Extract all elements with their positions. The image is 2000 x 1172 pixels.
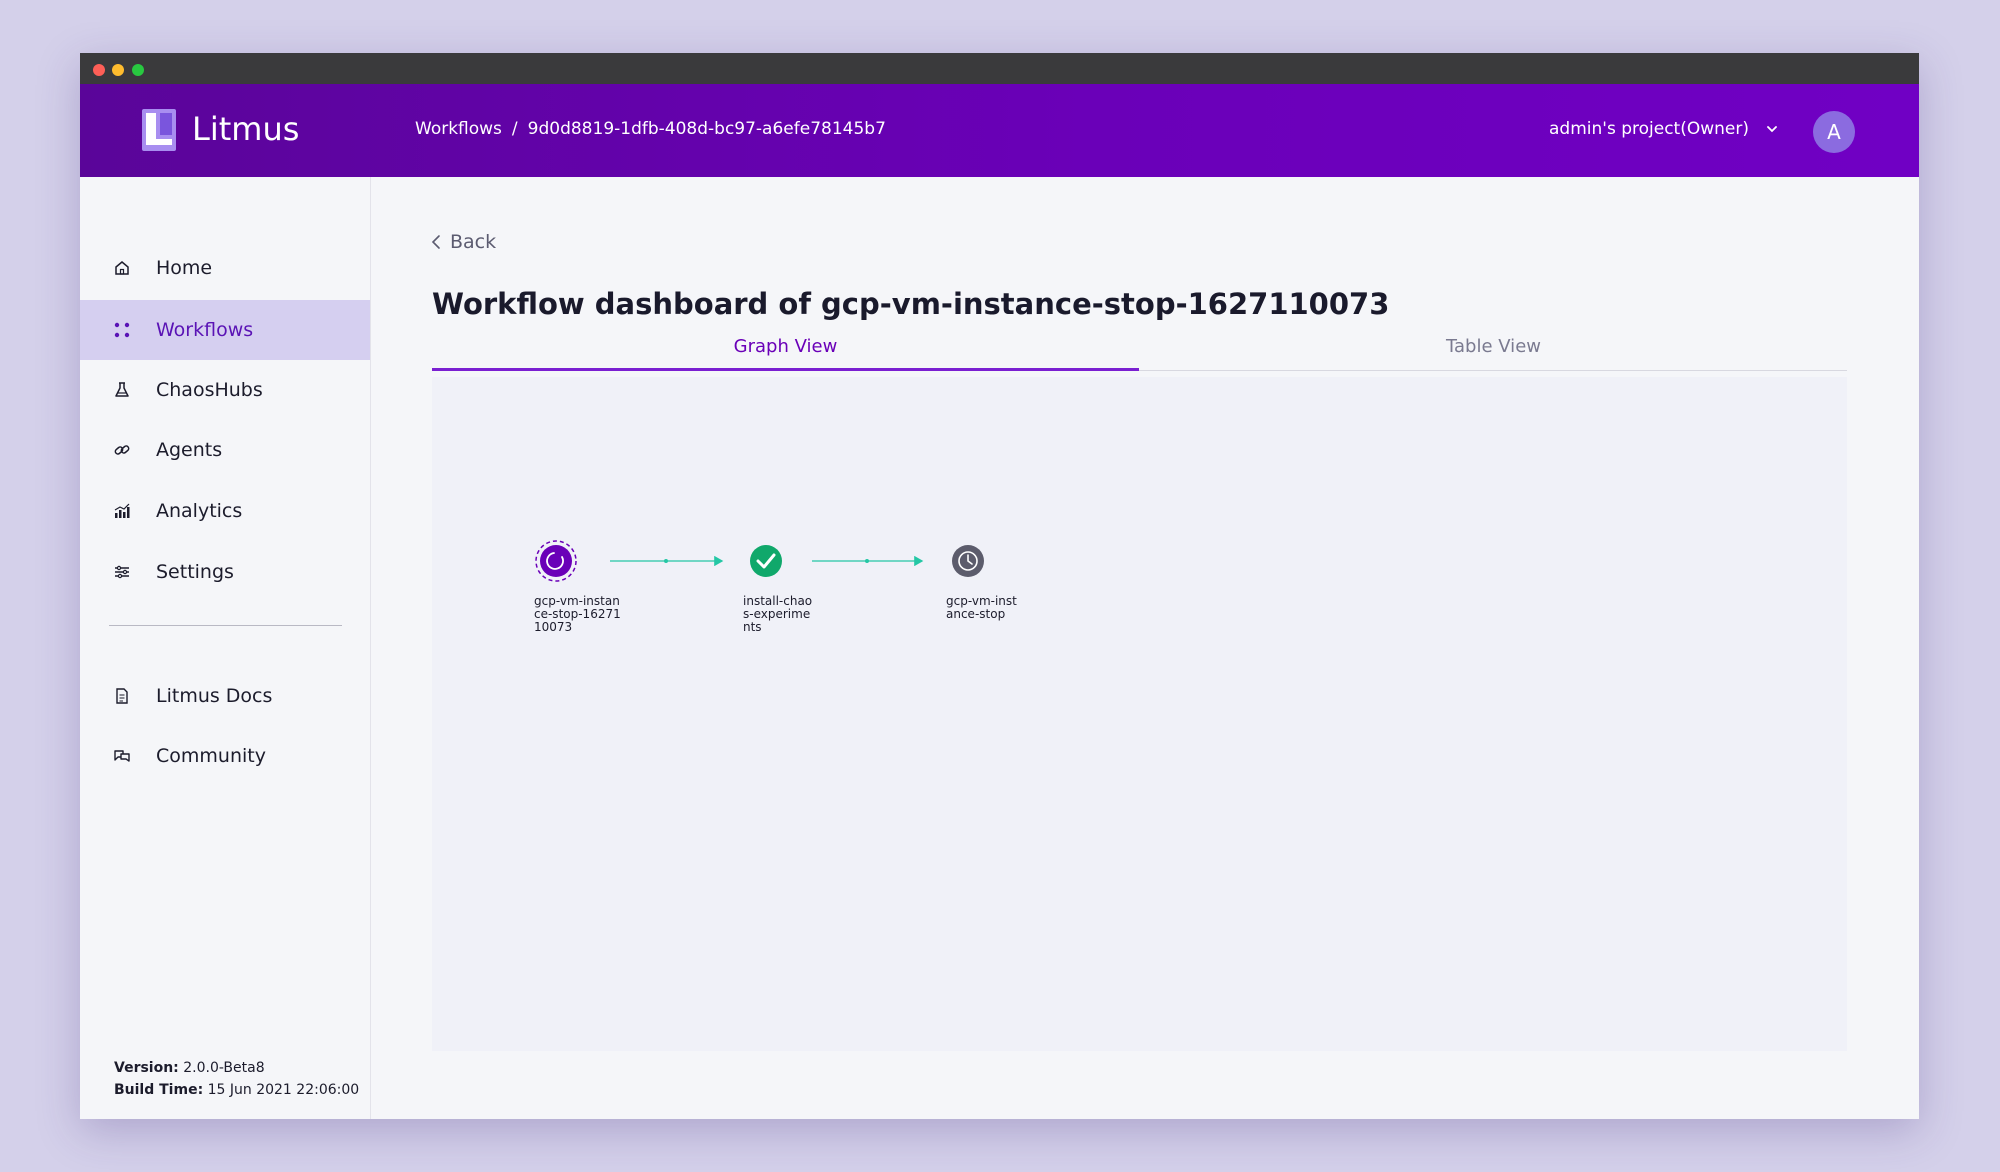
workflow-graph[interactable]: gcp-vm-instance-stop-1627110073 install-… <box>432 377 1847 1051</box>
sidebar-item-label: Community <box>156 745 266 767</box>
sidebar-item-label: Home <box>156 257 213 279</box>
version-value: 2.0.0-Beta8 <box>183 1060 265 1076</box>
graph-edge <box>812 555 924 567</box>
sidebar-divider <box>109 625 342 626</box>
version-info: Version: 2.0.0-Beta8 Build Time: 15 Jun … <box>114 1057 359 1101</box>
page-title: Workflow dashboard of gcp-vm-instance-st… <box>432 287 1390 321</box>
view-tabs: Graph View Table View <box>432 324 1847 371</box>
link-icon <box>114 445 130 455</box>
close-window-button[interactable] <box>93 64 105 76</box>
main-content: Back Workflow dashboard of gcp-vm-instan… <box>370 177 1919 1119</box>
pending-node-icon[interactable] <box>952 545 984 577</box>
sidebar-item-analytics[interactable]: Analytics <box>80 481 370 541</box>
chevron-left-icon <box>431 235 440 249</box>
sidebar-item-settings[interactable]: Settings <box>80 542 370 602</box>
analytics-icon <box>114 503 130 518</box>
project-selector[interactable]: admin's project(Owner) <box>1549 119 1779 139</box>
home-icon <box>115 261 129 275</box>
project-name: admin's project(Owner) <box>1549 119 1749 139</box>
chat-icon <box>114 750 130 762</box>
sidebar-item-agents[interactable]: Agents <box>80 420 370 480</box>
sidebar-item-label: Analytics <box>156 500 243 522</box>
sidebar: Home Workflows ChaosHubs Agents Analytic… <box>80 177 371 1119</box>
user-avatar[interactable]: A <box>1813 111 1855 153</box>
tab-table-view[interactable]: Table View <box>1140 324 1847 368</box>
sidebar-item-community[interactable]: Community <box>80 726 370 786</box>
build-time-label: Build Time: <box>114 1082 204 1098</box>
node-label: gcp-vm-instance-stop <box>946 594 1017 621</box>
brand-name[interactable]: Litmus <box>192 110 299 148</box>
tab-graph-view[interactable]: Graph View <box>432 324 1139 371</box>
breadcrumb-workflows-link[interactable]: Workflows <box>415 119 502 139</box>
sidebar-item-chaoshubs[interactable]: ChaosHubs <box>80 360 370 420</box>
litmus-logo-icon[interactable] <box>142 109 176 151</box>
settings-icon <box>115 565 129 579</box>
succeeded-node-icon[interactable] <box>750 545 782 577</box>
sidebar-item-label: Litmus Docs <box>156 685 273 707</box>
sidebar-item-label: Agents <box>156 439 223 461</box>
sidebar-item-workflows[interactable]: Workflows <box>80 300 370 360</box>
minimize-window-button[interactable] <box>112 64 124 76</box>
graph-canvas <box>535 540 984 582</box>
breadcrumb-separator: / <box>511 119 518 139</box>
app-window: Litmus Workflows / 9d0d8819-1dfb-408d-bc… <box>80 53 1919 1119</box>
window-titlebar <box>80 53 1919 84</box>
sidebar-item-home[interactable]: Home <box>80 238 370 298</box>
sidebar-item-label: Workflows <box>156 319 254 341</box>
workflows-icon <box>114 322 130 338</box>
version-label: Version: <box>114 1060 179 1076</box>
graph-edge <box>610 555 724 567</box>
breadcrumb-workflow-id: 9d0d8819-1dfb-408d-bc97-a6efe78145b7 <box>527 119 886 139</box>
back-label: Back <box>450 231 497 253</box>
doc-icon <box>116 688 128 704</box>
running-node-icon[interactable] <box>535 540 577 582</box>
sidebar-item-label: ChaosHubs <box>156 379 263 401</box>
sidebar-item-litmus-docs[interactable]: Litmus Docs <box>80 666 370 726</box>
breadcrumb: Workflows / 9d0d8819-1dfb-408d-bc97-a6ef… <box>415 119 886 139</box>
build-time-value: 15 Jun 2021 22:06:00 <box>207 1082 360 1098</box>
maximize-window-button[interactable] <box>132 64 144 76</box>
back-button[interactable]: Back <box>430 231 496 253</box>
sidebar-item-label: Settings <box>156 561 234 583</box>
flask-icon <box>115 382 129 397</box>
node-label: install-chaos-experiments <box>743 594 813 634</box>
top-header: Litmus Workflows / 9d0d8819-1dfb-408d-bc… <box>80 84 1919 177</box>
chevron-down-icon <box>1767 126 1777 133</box>
node-label: gcp-vm-instance-stop-1627110073 <box>534 594 621 634</box>
